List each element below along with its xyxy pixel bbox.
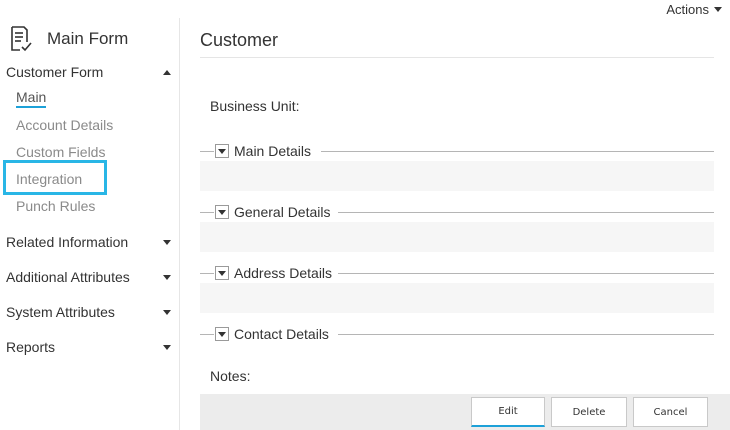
- section-address-details: Address Details: [200, 265, 714, 313]
- section-contact-details: Contact Details: [200, 326, 714, 364]
- notes-label: Notes:: [210, 368, 251, 384]
- chevron-down-icon: [714, 7, 722, 12]
- chevron-down-icon: [218, 148, 226, 154]
- title-divider: [200, 57, 714, 58]
- sidebar-section-reports[interactable]: Reports: [6, 337, 174, 357]
- sidebar-item-label: Account Details: [16, 117, 114, 133]
- sidebar-section-label: Related Information: [6, 234, 129, 250]
- section-general-details: General Details: [200, 204, 714, 252]
- section-toggle-button[interactable]: [215, 266, 229, 280]
- divider: [338, 273, 714, 274]
- sidebar-section-additional-attributes[interactable]: Additional Attributes: [6, 267, 174, 287]
- chevron-down-icon: [163, 274, 171, 280]
- sidebar-section-label: Additional Attributes: [6, 269, 130, 285]
- sidebar-item-main[interactable]: Main: [16, 88, 47, 108]
- section-body: [200, 161, 714, 191]
- divider: [200, 212, 214, 213]
- section-body: [200, 222, 714, 252]
- sidebar-item-account-details[interactable]: Account Details: [16, 115, 113, 135]
- divider: [338, 334, 714, 335]
- form-title: Main Form: [10, 22, 128, 56]
- sidebar-item-custom-fields[interactable]: Custom Fields: [16, 142, 105, 162]
- section-toggle-button[interactable]: [215, 327, 229, 341]
- page-title: Customer: [200, 30, 279, 50]
- sidebar-section-related-information[interactable]: Related Information: [6, 232, 174, 252]
- delete-button[interactable]: Delete: [551, 397, 627, 427]
- actions-label: Actions: [666, 1, 709, 17]
- sidebar-item-label: Punch Rules: [16, 198, 96, 214]
- sidebar-item-label: Integration: [16, 171, 83, 187]
- sidebar-section-label: Customer Form: [6, 64, 104, 80]
- chevron-down-icon: [163, 239, 171, 245]
- divider: [200, 273, 214, 274]
- form-title-text: Main Form: [47, 29, 129, 48]
- section-title: Main Details: [234, 143, 312, 159]
- section-title: Address Details: [234, 265, 333, 281]
- sidebar-section-label: Reports: [6, 339, 56, 355]
- form-footer: Edit Delete Cancel: [200, 394, 730, 430]
- chevron-down-icon: [163, 344, 171, 350]
- sidebar-section-system-attributes[interactable]: System Attributes: [6, 302, 174, 322]
- sidebar-section-label: System Attributes: [6, 304, 115, 320]
- divider: [321, 151, 714, 152]
- section-body: [200, 283, 714, 313]
- sidebar-item-integration[interactable]: Integration: [16, 169, 82, 189]
- form-icon: [11, 26, 32, 52]
- sidebar-item-label: Main: [16, 89, 47, 108]
- section-toggle-button[interactable]: [215, 205, 229, 219]
- edit-button[interactable]: Edit: [471, 397, 545, 427]
- business-unit-label: Business Unit:: [210, 98, 300, 114]
- chevron-down-icon: [218, 270, 226, 276]
- divider: [200, 151, 214, 152]
- chevron-down-icon: [163, 309, 171, 315]
- section-main-details: Main Details: [200, 143, 714, 191]
- section-title: General Details: [234, 204, 331, 220]
- actions-menu[interactable]: Actions: [666, 0, 722, 18]
- chevron-up-icon: [163, 69, 171, 75]
- sidebar-section-customer-form[interactable]: Customer Form: [6, 62, 174, 82]
- sidebar-item-label: Custom Fields: [16, 144, 106, 160]
- sidebar-item-punch-rules[interactable]: Punch Rules: [16, 196, 95, 216]
- cancel-button[interactable]: Cancel: [633, 397, 708, 427]
- section-title: Contact Details: [234, 326, 329, 342]
- chevron-down-icon: [218, 331, 226, 337]
- section-toggle-button[interactable]: [215, 144, 229, 158]
- divider: [200, 334, 214, 335]
- divider: [338, 212, 714, 213]
- sidebar: Main Form Customer Form Main Account Det…: [0, 18, 180, 430]
- chevron-down-icon: [218, 209, 226, 215]
